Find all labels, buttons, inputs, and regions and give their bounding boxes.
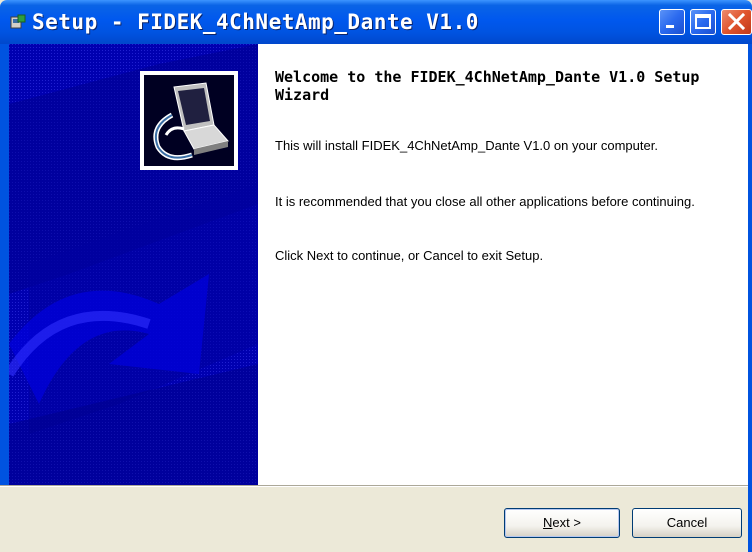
setup-icon	[10, 14, 26, 30]
next-button-accelerator: N	[543, 515, 553, 530]
install-description: This will install FIDEK_4ChNetAmp_Dante …	[275, 138, 658, 153]
minimize-icon	[666, 25, 674, 28]
close-button[interactable]	[721, 9, 752, 35]
minimize-button[interactable]	[659, 9, 685, 35]
maximize-button[interactable]	[690, 9, 716, 35]
page-title: Welcome to the FIDEK_4ChNetAmp_Dante V1.…	[275, 68, 700, 104]
window-left-border	[0, 44, 9, 485]
computer-install-icon	[140, 71, 238, 170]
window-right-border	[748, 44, 752, 552]
cancel-button[interactable]: Cancel	[632, 508, 742, 538]
close-apps-notice: It is recommended that you close all oth…	[275, 194, 695, 209]
window-title: Setup - FIDEK_4ChNetAmp_Dante V1.0	[32, 10, 479, 34]
title-bar[interactable]: Setup - FIDEK_4ChNetAmp_Dante V1.0	[0, 0, 752, 44]
next-button-label: ext >	[552, 515, 581, 530]
button-bar: Next > Cancel	[0, 487, 748, 552]
continue-instructions: Click Next to continue, or Cancel to exi…	[275, 248, 544, 263]
maximize-icon	[695, 14, 711, 29]
next-button[interactable]: Next >	[504, 508, 620, 538]
wizard-side-panel	[9, 44, 258, 485]
close-icon	[727, 12, 746, 31]
welcome-page: Welcome to the FIDEK_4ChNetAmp_Dante V1.…	[258, 44, 752, 485]
